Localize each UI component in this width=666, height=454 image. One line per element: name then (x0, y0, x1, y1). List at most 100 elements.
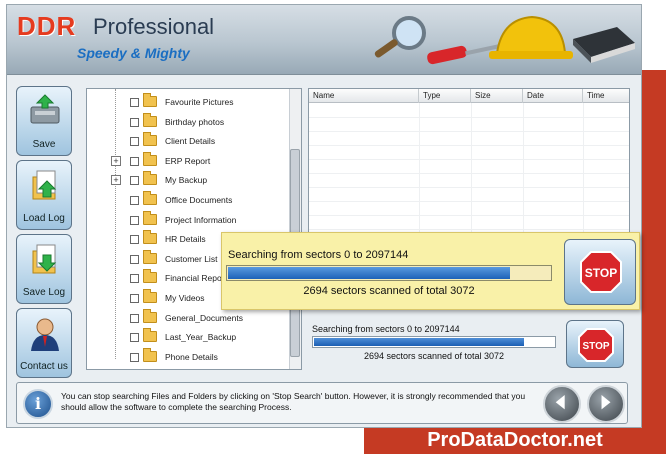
progress-bar-fill (314, 338, 524, 346)
stop-search-button[interactable]: STOP (566, 320, 624, 368)
stop-sign-icon: STOP (578, 328, 614, 362)
logo-ddr: DDR (17, 11, 77, 41)
tree-item[interactable]: Office Documents (111, 191, 291, 211)
contact-us-button[interactable]: Contact us (16, 308, 72, 378)
tree-item-checkbox[interactable] (130, 313, 139, 323)
folder-icon (143, 132, 157, 147)
info-icon: i (23, 389, 53, 419)
list-grid-column (419, 103, 420, 232)
tree-item-label: General_Documents (165, 312, 243, 323)
logo-professional: Professional (93, 14, 215, 39)
hard-hat-icon (489, 15, 573, 59)
stop-button-label: STOP (582, 341, 609, 352)
zoomed-stop-sign-icon: STOP (580, 251, 622, 293)
folder-icon (143, 191, 157, 205)
tree-item-checkbox[interactable] (130, 176, 139, 186)
zoomed-progress-panel: Searching from sectors 0 to 2097144 2694… (221, 232, 640, 310)
save-log-label: Save Log (22, 287, 66, 298)
tree-item[interactable]: Client Details (111, 132, 291, 152)
tree-item[interactable]: Favourite Pictures (111, 93, 291, 113)
save-button[interactable]: Save (16, 86, 72, 156)
zoomed-progress-count: 2694 sectors scanned of total 3072 (303, 285, 475, 297)
website-brand: ProDataDoctor.net (427, 429, 603, 451)
tree-item-checkbox[interactable] (130, 235, 139, 245)
progress-count-text: 2694 sectors scanned of total 3072 (363, 351, 505, 361)
next-button[interactable] (587, 385, 625, 423)
folder-icon (143, 112, 157, 127)
tree-item-label: My Backup (165, 175, 208, 186)
tree-item-checkbox[interactable] (130, 98, 139, 107)
tree-item[interactable]: + My Backup (111, 171, 291, 191)
list-grid-line (309, 173, 629, 174)
tree-item-label: Favourite Pictures (165, 97, 234, 107)
tree-item[interactable]: Project Information (111, 210, 291, 231)
tree-item-checkbox[interactable] (130, 294, 139, 303)
tree-item[interactable]: Birthday photos (111, 112, 291, 133)
tree-item[interactable]: General_Documents (111, 308, 291, 329)
header-tools-illustration (374, 15, 635, 65)
next-arrow-icon (601, 395, 611, 410)
tree-item-label: HR Details (165, 234, 206, 245)
list-grid-column (523, 103, 524, 232)
list-grid-line (309, 201, 629, 202)
list-grid-line (309, 187, 629, 188)
zoomed-progress-fill (228, 267, 510, 279)
zoomed-progress-bar (226, 265, 552, 281)
tree-item-label: Last_Year_Backup (165, 332, 237, 343)
tree-item-label: My Videos (165, 293, 205, 303)
app-stage: ProDataDoctor.net DDR Professional Speed… (0, 0, 666, 454)
zoomed-stop-button[interactable]: STOP (564, 239, 636, 305)
back-arrow-icon (555, 395, 565, 410)
folder-icon (143, 269, 157, 284)
tree-item-checkbox[interactable] (130, 137, 139, 147)
tree-item-checkbox[interactable] (130, 274, 139, 284)
list-grid-line (309, 131, 629, 132)
progress-bar (312, 336, 556, 348)
logo-tagline: Speedy & Mighty (77, 45, 190, 61)
folder-icon (143, 249, 157, 264)
folder-icon (143, 93, 157, 107)
expand-toggle-icon[interactable]: + (111, 155, 121, 166)
tree-item-label: Financial Report (165, 273, 227, 284)
list-grid-line (309, 229, 629, 230)
column-type[interactable]: Type (419, 89, 471, 103)
file-list[interactable]: Name Type Size Date Time (308, 88, 630, 233)
list-grid-line (309, 159, 629, 160)
folder-icon (143, 210, 157, 225)
expand-toggle-icon[interactable]: + (111, 175, 121, 186)
status-bar: i You can stop searching Files and Folde… (16, 382, 628, 424)
tree-item-checkbox[interactable] (130, 156, 139, 166)
tree-item-label: Customer List (165, 253, 218, 264)
save-icon (30, 94, 60, 124)
column-time[interactable]: Time (583, 89, 629, 103)
tree-scrollbar[interactable] (289, 89, 301, 369)
save-log-button[interactable]: Save Log (16, 234, 72, 304)
folder-tree[interactable]: Favourite Pictures Birthday photos Client … (86, 88, 302, 370)
tree-item[interactable]: Last_Year_Backup (111, 328, 291, 348)
app-header: DDR Professional Speedy & Mighty (7, 5, 641, 75)
tree-item-checkbox[interactable] (130, 117, 139, 127)
column-name[interactable]: Name (309, 89, 419, 103)
book-icon (573, 27, 635, 63)
column-date[interactable]: Date (523, 89, 583, 103)
list-grid-line (309, 145, 629, 146)
tree-item[interactable]: + ERP Report (111, 151, 291, 172)
tree-item-checkbox[interactable] (130, 254, 139, 264)
column-size[interactable]: Size (471, 89, 523, 103)
back-button[interactable] (543, 385, 581, 423)
list-grid-line (309, 117, 629, 118)
load-log-label: Load Log (23, 213, 65, 224)
load-log-button[interactable]: Load Log (16, 160, 72, 230)
tree-item-checkbox[interactable] (130, 215, 139, 225)
save-log-icon (32, 244, 57, 274)
contact-us-label: Contact us (20, 361, 68, 372)
tree-item-checkbox[interactable] (130, 196, 139, 205)
zoomed-stop-label: STOP (585, 266, 617, 280)
folder-icon (143, 347, 157, 362)
tree-item-checkbox[interactable] (130, 352, 139, 362)
zoomed-progress-text: Searching from sectors 0 to 2097144 (228, 249, 409, 261)
magnifier-icon (374, 16, 426, 58)
tree-item-checkbox[interactable] (130, 333, 139, 343)
tree-item[interactable]: Phone Details (111, 347, 291, 368)
progress-status-text: Searching from sectors 0 to 2097144 (312, 324, 460, 334)
